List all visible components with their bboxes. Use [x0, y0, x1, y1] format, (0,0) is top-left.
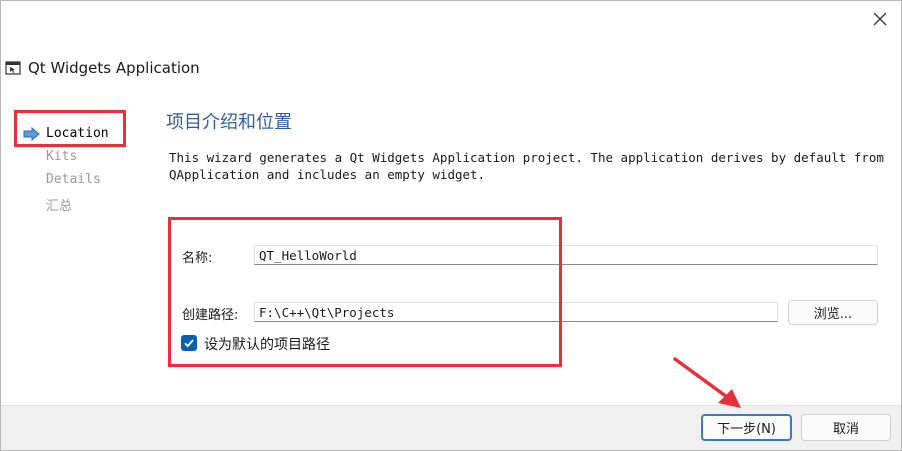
close-button[interactable] — [863, 5, 897, 33]
annotation-highlight-form — [168, 217, 562, 367]
step-details: Details — [46, 172, 101, 187]
page-description: This wizard generates a Qt Widgets Appli… — [169, 150, 884, 182]
close-icon — [873, 12, 887, 26]
app-window-icon — [5, 61, 21, 75]
next-button[interactable]: 下一步(N) — [701, 414, 792, 441]
browse-button[interactable]: 浏览... — [788, 300, 878, 325]
wizard-window: Qt Widgets Application Location Kits Det… — [0, 0, 902, 451]
window-title: Qt Widgets Application — [28, 59, 200, 77]
cancel-button[interactable]: 取消 — [801, 414, 891, 441]
step-kits: Kits — [46, 149, 78, 164]
annotation-highlight-location — [14, 110, 126, 147]
step-summary: 汇总 — [46, 199, 73, 214]
annotation-arrow-icon — [673, 357, 741, 408]
page-title: 项目介绍和位置 — [166, 112, 292, 133]
